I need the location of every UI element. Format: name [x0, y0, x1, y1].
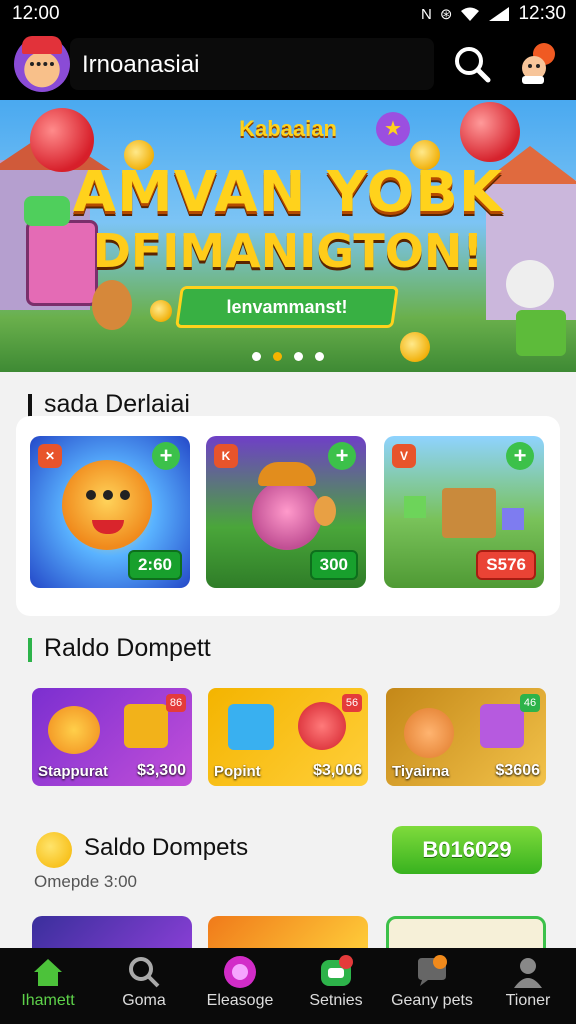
game-card-tag: ✕: [38, 444, 62, 468]
n-icon: N: [421, 5, 432, 23]
promo-banner[interactable]: ★ Kabaaian AMVAN YOBK DFIMANIGTON! lenva…: [0, 100, 576, 372]
game-card-cube: [502, 508, 524, 530]
wallet-card[interactable]: 46 Tiyairna $3606: [386, 688, 546, 786]
status-icons: N ⊛ 12:30: [421, 3, 566, 25]
section-title: sada Derlaiai: [28, 390, 190, 419]
game-card[interactable]: ✕ + 2:60: [30, 436, 190, 588]
banner-ribbon[interactable]: lenvammanst!: [175, 286, 399, 328]
game-card-eyes: [86, 490, 130, 514]
banner-kicker: Kabaaian: [239, 116, 337, 141]
add-icon[interactable]: +: [152, 442, 180, 470]
banner-coin: [400, 332, 430, 362]
status-bar: 12:00 N ⊛ 12:30: [0, 0, 576, 28]
status-time: 12:00: [12, 3, 60, 24]
status-time-right: 12:30: [518, 3, 566, 24]
wallet-card-badge: 46: [520, 694, 540, 712]
wallet-card[interactable]: 56 Popint $3,006: [208, 688, 368, 786]
cast-icon: ⊛: [439, 6, 453, 23]
nav-item-game[interactable]: Goma: [96, 948, 192, 1024]
game-card-companion: [314, 496, 336, 526]
add-icon[interactable]: +: [506, 442, 534, 470]
banner-headline: AMVAN YOBK: [72, 160, 504, 225]
section-title: Raldo Dompett: [28, 634, 211, 663]
game-card-tag: V: [392, 444, 416, 468]
nav-label: Tioner: [505, 992, 551, 1009]
wallet-card-amount: $3,006: [313, 762, 362, 779]
orb-icon: [224, 956, 256, 988]
nav-label: Goma: [122, 992, 166, 1009]
nav-label: Setnies: [309, 992, 363, 1009]
avatar-hat: [22, 36, 62, 54]
banner-bear: [92, 280, 132, 330]
wallet-card[interactable]: 86 Stappurat $3,300: [32, 688, 192, 786]
banner-subheadline: DFIMANIGTON!: [92, 224, 484, 278]
game-card-badge: 2:60: [127, 550, 182, 580]
wallet-icon: [321, 955, 353, 986]
nav-label: Ihamett: [21, 992, 75, 1009]
game-card-hat: [258, 462, 316, 486]
nav-item-profile[interactable]: Tioner: [480, 948, 576, 1024]
wallet-card-character: [48, 706, 100, 754]
wallet-card-badge: 56: [342, 694, 362, 712]
game-card-tag: K: [214, 444, 238, 468]
game-card-badge: 300: [309, 550, 358, 580]
saldo-title: Saldo Dompets: [84, 834, 249, 861]
avatar-eyes: [30, 62, 54, 72]
nav-item-settings[interactable]: Setnies: [288, 948, 384, 1024]
game-card-badge: S576: [476, 550, 536, 580]
mascot-icon[interactable]: [514, 40, 562, 88]
signal-icon: [489, 7, 510, 21]
wallet-card-box: [124, 704, 168, 748]
add-icon[interactable]: +: [328, 442, 356, 470]
bottom-nav: Ihamett Goma Eleasoge Setnies Geany pets…: [0, 948, 576, 1024]
chat-icon: [418, 955, 447, 986]
search-icon: [129, 957, 160, 988]
game-card-cube: [404, 496, 426, 518]
carousel-dots: [252, 352, 324, 361]
coin-icon: [36, 832, 72, 868]
carousel-dot[interactable]: [252, 352, 261, 361]
nav-label: Geany pets: [391, 992, 473, 1009]
game-card-castle: [442, 488, 496, 538]
banner-ribbon-text: lenvammanst!: [226, 297, 348, 317]
nav-item-home[interactable]: Ihamett: [0, 948, 96, 1024]
wallet-card-gift: [228, 704, 274, 750]
section-title-text: sada Derlaiai: [44, 390, 190, 418]
section-title-text: Raldo Dompett: [44, 634, 211, 662]
nav-item-pets[interactable]: Geany pets: [384, 948, 480, 1024]
wallet-card-box: [480, 704, 524, 748]
wallet-card-name: Tiyairna: [392, 763, 450, 780]
top-bar: Irnoanasiai: [0, 28, 576, 100]
wallet-card-badge: 86: [166, 694, 186, 712]
home-icon: [34, 959, 62, 986]
app-title-bar[interactable]: Irnoanasiai: [70, 38, 434, 90]
game-card[interactable]: V + S576: [384, 436, 544, 588]
wallet-card-name: Stappurat: [38, 763, 109, 780]
carousel-dot[interactable]: [294, 352, 303, 361]
wallet-card-name: Popint: [214, 763, 261, 780]
search-icon[interactable]: [452, 44, 492, 84]
wallet-card-amount: $3606: [495, 762, 541, 779]
carousel-dot[interactable]: [315, 352, 324, 361]
nav-label: Eleasoge: [206, 992, 274, 1009]
wifi-icon: [461, 7, 480, 21]
user-icon: [514, 958, 542, 988]
game-card[interactable]: K + 300: [206, 436, 366, 588]
carousel-dot-active[interactable]: [273, 352, 282, 361]
avatar[interactable]: [14, 36, 70, 92]
saldo-subtitle: Omepde 3:00: [34, 872, 138, 891]
games-panel: ✕ + 2:60 K + 300 V + S576: [16, 416, 560, 616]
banner-block: [516, 310, 566, 356]
game-card-character: [252, 480, 322, 550]
nav-item-release[interactable]: Eleasoge: [192, 948, 288, 1024]
app-title: Irnoanasiai: [82, 51, 200, 78]
wallet-card-amount: $3,300: [137, 762, 186, 779]
saldo-button[interactable]: B016029: [392, 826, 542, 874]
wallet-card-ball: [298, 702, 346, 750]
wallet-card-character: [404, 708, 454, 758]
banner-coin: [150, 300, 172, 322]
